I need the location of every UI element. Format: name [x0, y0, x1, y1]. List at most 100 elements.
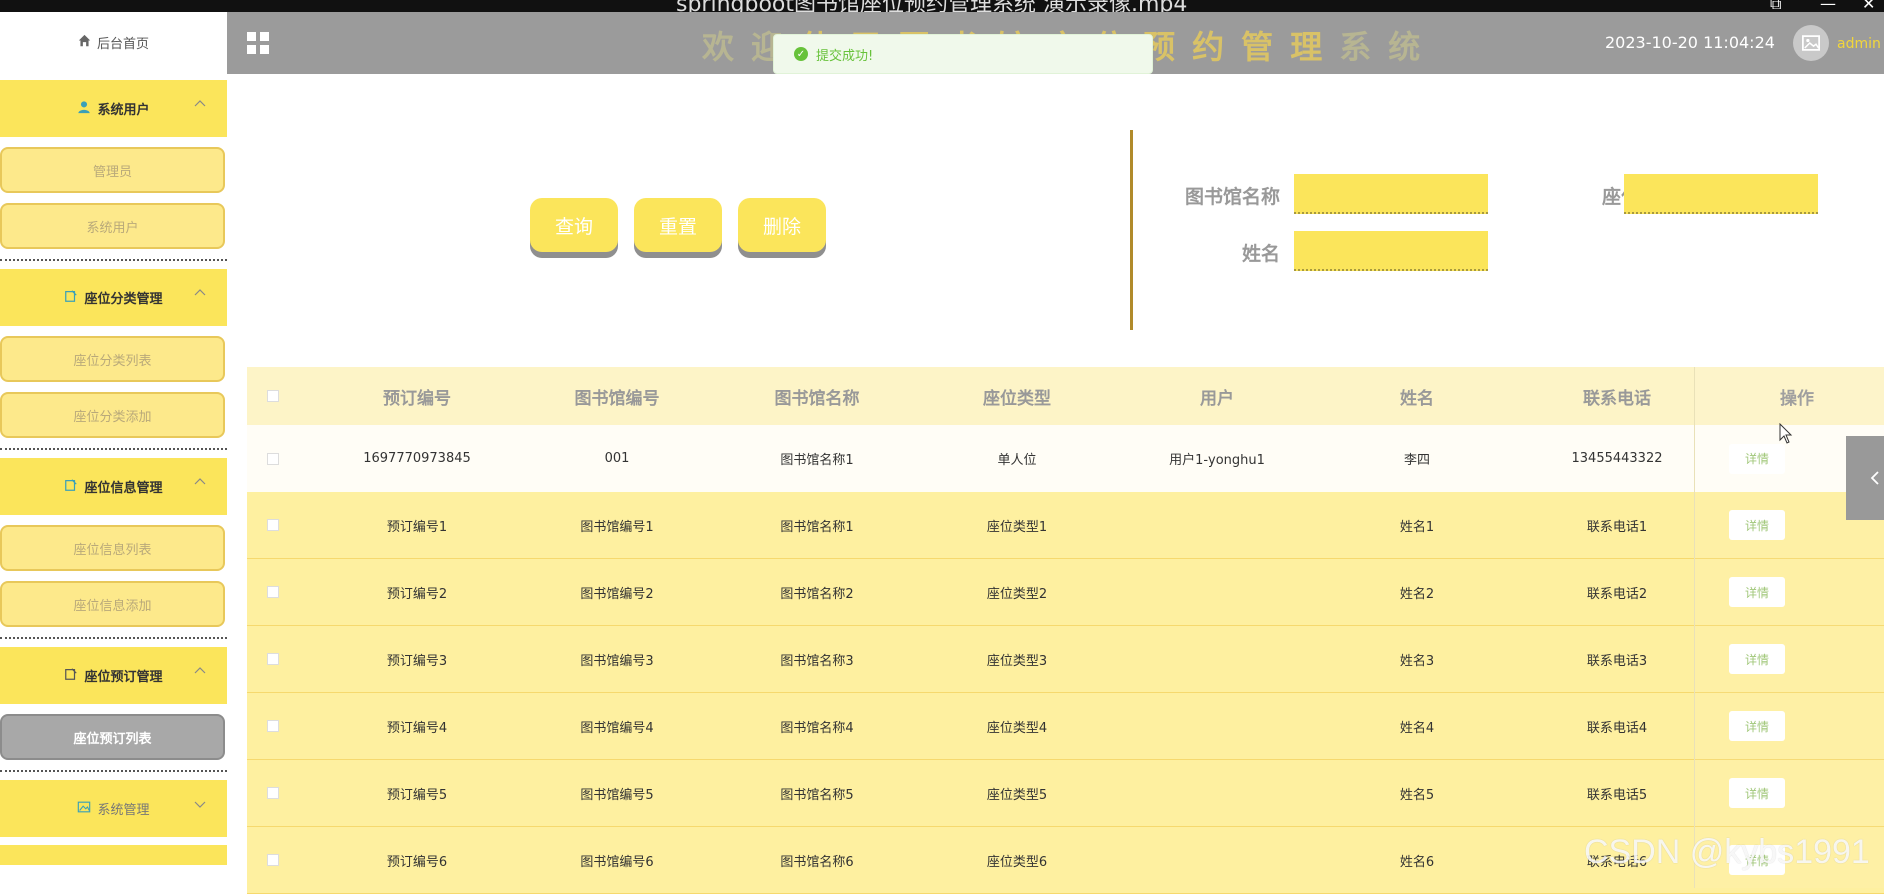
sidebar-group-seat-info[interactable]: 座位信息管理	[0, 458, 227, 515]
table-cell: 图书馆名称5	[780, 787, 854, 803]
table-row[interactable]: 预订编号1 图书馆编号1 图书馆名称1 座位类型1 姓名1 联系电话1 详情	[247, 492, 1884, 559]
avatar[interactable]	[1793, 25, 1829, 61]
sidebar-group-label: 系统用户	[97, 103, 150, 118]
table-cell: 预订编号5	[386, 787, 448, 803]
watermark: CSDN @kybs1991	[1584, 833, 1870, 871]
col-library-name: 图书馆名称	[774, 388, 860, 409]
table-cell	[1117, 626, 1317, 692]
col-seat-type: 座位类型	[983, 388, 1051, 409]
table-cell: 图书馆编号4	[580, 720, 654, 736]
welcome-char: 欢	[702, 28, 752, 66]
sidebar-item-seat-booking-list[interactable]: 座位预订列表	[0, 714, 225, 760]
row-checkbox[interactable]	[267, 586, 279, 598]
sidebar-group-system-management[interactable]: 系统管理	[0, 780, 227, 837]
edit-icon	[64, 667, 78, 685]
row-checkbox[interactable]	[267, 720, 279, 732]
table-cell	[1117, 760, 1317, 826]
restore-icon[interactable]: ⧉	[1770, 0, 1781, 12]
table-row[interactable]: 预订编号3 图书馆编号3 图书馆名称3 座位类型3 姓名3 联系电话3 详情	[247, 626, 1884, 693]
sidebar-group-label: 座位预订管理	[84, 670, 163, 685]
welcome-char: 系	[1339, 28, 1389, 66]
close-icon[interactable]: ✕	[1862, 0, 1875, 12]
table-cell: 座位类型1	[986, 519, 1048, 535]
select-all-checkbox[interactable]	[267, 390, 279, 402]
table-cell: 姓名1	[1399, 519, 1435, 535]
library-name-label: 图书馆名称	[1184, 186, 1280, 208]
sidebar-group-system-users[interactable]: 系统用户	[0, 80, 227, 137]
table-cell: 姓名5	[1399, 787, 1435, 803]
welcome-char: 统	[1388, 28, 1438, 66]
row-checkbox[interactable]	[267, 519, 279, 531]
table-cell: 图书馆名称6	[780, 854, 854, 870]
col-name: 姓名	[1400, 388, 1434, 409]
table-cell: 图书馆编号2	[580, 586, 654, 602]
col-phone: 联系电话	[1583, 388, 1651, 409]
row-checkbox[interactable]	[267, 787, 279, 799]
table-cell: 用户1-yonghu1	[1169, 453, 1265, 468]
query-button[interactable]: 查询	[530, 198, 618, 252]
table-cell: 预订编号6	[386, 854, 448, 870]
sidebar-group-label: 座位信息管理	[84, 481, 163, 496]
table-cell: 图书馆名称3	[780, 653, 854, 669]
sidebar-group-label: 系统管理	[97, 803, 150, 818]
name-input[interactable]	[1294, 231, 1488, 271]
check-circle-icon: ✓	[794, 47, 808, 61]
table-cell: 座位类型6	[986, 854, 1048, 870]
table-cell: 李四	[1403, 453, 1430, 468]
edit-icon	[64, 289, 78, 307]
col-booking-no: 预订编号	[383, 388, 451, 409]
table-cell: 图书馆编号3	[580, 653, 654, 669]
divider	[0, 637, 227, 639]
edit-icon	[64, 478, 78, 496]
user-icon	[77, 100, 91, 118]
table-cell: 1697770973845	[363, 451, 471, 466]
table-cell: 座位类型2	[986, 586, 1048, 602]
seat-type-input[interactable]	[1624, 174, 1818, 214]
success-toast: ✓ 提交成功!	[773, 34, 1153, 74]
row-checkbox[interactable]	[267, 452, 279, 465]
sidebar-item-seat-info-list[interactable]: 座位信息列表	[0, 525, 225, 571]
table-cell: 图书馆名称1	[780, 519, 854, 535]
side-panel-toggle[interactable]	[1846, 436, 1884, 520]
row-checkbox[interactable]	[267, 854, 279, 866]
minimize-icon[interactable]: —	[1820, 0, 1836, 12]
row-checkbox[interactable]	[267, 653, 279, 665]
menu-grid-icon[interactable]	[247, 32, 269, 58]
delete-button[interactable]: 删除	[738, 198, 826, 252]
welcome-char: 管	[1241, 28, 1291, 66]
sidebar-group-seat-category[interactable]: 座位分类管理	[0, 269, 227, 326]
table-cell: 图书馆编号1	[580, 519, 654, 535]
table-row[interactable]: 预订编号5 图书馆编号5 图书馆名称5 座位类型5 姓名5 联系电话5 详情	[247, 760, 1884, 827]
table-cell: 图书馆编号6	[580, 854, 654, 870]
table-row[interactable]: 1697770973845 001 图书馆名称1 单人位 用户1-yonghu1 李四 13…	[247, 425, 1884, 492]
sidebar-item-seat-info-add[interactable]: 座位信息添加	[0, 581, 225, 627]
table-cell: 单人位	[997, 453, 1037, 468]
library-name-input[interactable]	[1294, 174, 1488, 214]
welcome-char: 约	[1192, 28, 1242, 66]
sidebar-item-seat-category-list[interactable]: 座位分类列表	[0, 336, 225, 382]
welcome-char: 理	[1290, 28, 1340, 66]
table-cell: 图书馆名称2	[780, 586, 854, 602]
table-cell	[1117, 693, 1317, 759]
col-library-no: 图书馆编号	[574, 388, 660, 409]
chevron-up-icon	[194, 100, 206, 107]
col-user: 用户	[1200, 388, 1234, 409]
divider-vertical	[1130, 130, 1133, 330]
table-row[interactable]: 预订编号4 图书馆编号4 图书馆名称4 座位类型4 姓名4 联系电话4 详情	[247, 693, 1884, 760]
sidebar-item-admin[interactable]: 管理员	[0, 147, 225, 193]
table-cell: 座位类型5	[986, 787, 1048, 803]
reset-button[interactable]: 重置	[634, 198, 722, 252]
table-row[interactable]: 预订编号2 图书馆编号2 图书馆名称2 座位类型2 姓名2 联系电话2 详情	[247, 559, 1884, 626]
table-cell: 座位类型4	[986, 720, 1048, 736]
sidebar-home[interactable]: 后台首页	[0, 12, 227, 72]
user-name[interactable]: admin	[1837, 36, 1881, 52]
chevron-up-icon	[194, 667, 206, 674]
table-cell: 姓名3	[1399, 653, 1435, 669]
table-body: 1697770973845 001 图书馆名称1 单人位 用户1-yonghu1 李四 13…	[247, 425, 1884, 894]
divider	[0, 770, 227, 772]
sidebar-item-system-users[interactable]: 系统用户	[0, 203, 225, 249]
sidebar-item-seat-category-add[interactable]: 座位分类添加	[0, 392, 225, 438]
sidebar-group-seat-booking[interactable]: 座位预订管理	[0, 647, 227, 704]
table-cell: 姓名2	[1399, 586, 1435, 602]
table-cell: 座位类型3	[986, 653, 1048, 669]
